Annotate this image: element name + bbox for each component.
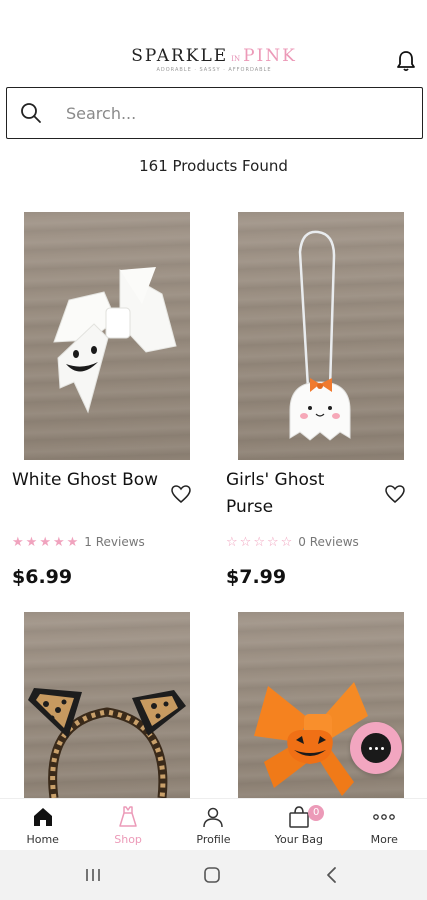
- star-full-icon: ★: [52, 534, 65, 550]
- system-nav-bar: [0, 850, 427, 900]
- product-price: $7.99: [226, 566, 287, 588]
- wishlist-heart-icon[interactable]: [384, 484, 406, 504]
- product-title[interactable]: White Ghost Bow: [12, 467, 162, 494]
- star-empty-icon: ☆: [266, 534, 279, 550]
- logo-in-text: IN: [231, 55, 241, 63]
- bottom-tab-bar: Home Shop Profile 0 Your Bag More: [0, 798, 427, 850]
- more-dots-icon: [373, 814, 396, 820]
- ghost-purse-image: [289, 230, 351, 441]
- logo-tagline: ADORABLE · SASSY · AFFORDABLE: [156, 67, 272, 73]
- review-count[interactable]: 0 Reviews: [298, 535, 359, 549]
- brand-logo[interactable]: SPARKLE IN PINK ADORABLE · SASSY · AFFOR…: [131, 46, 297, 73]
- product-image[interactable]: [24, 212, 190, 460]
- star-empty-icon: ☆: [280, 534, 293, 550]
- bag-icon: [289, 806, 309, 828]
- leopard-ears-image: [28, 688, 186, 798]
- product-image[interactable]: [238, 212, 404, 460]
- search-input[interactable]: [66, 103, 386, 123]
- logo-pink-text: PINK: [243, 46, 297, 66]
- tab-your-bag[interactable]: 0 Your Bag: [256, 799, 341, 851]
- star-full-icon: ★: [25, 534, 38, 550]
- tab-label: More: [370, 833, 398, 846]
- star-empty-icon: ☆: [253, 534, 265, 550]
- tab-shop[interactable]: Shop: [85, 799, 170, 851]
- bag-count-badge: 0: [308, 805, 325, 821]
- tab-home[interactable]: Home: [0, 799, 85, 851]
- home-icon: [33, 808, 52, 826]
- tab-more[interactable]: More: [342, 799, 427, 851]
- ghost-bow-image: [53, 267, 177, 414]
- logo-sparkle-text: SPARKLE: [131, 46, 229, 66]
- tab-profile[interactable]: Profile: [171, 799, 256, 851]
- tab-label: Home: [26, 833, 59, 846]
- logo-wordmark: SPARKLE IN PINK: [131, 46, 297, 66]
- tab-label: Profile: [196, 833, 231, 846]
- tab-label: Your Bag: [274, 833, 323, 846]
- tab-label: Shop: [114, 833, 142, 846]
- rating-stars: ☆ ☆ ☆ ☆ ☆ 0 Reviews: [226, 535, 359, 549]
- chat-fab-button[interactable]: [350, 722, 402, 774]
- recent-apps-icon[interactable]: [83, 865, 103, 885]
- app-header: SPARKLE IN PINK ADORABLE · SASSY · AFFOR…: [0, 38, 427, 82]
- product-price: $6.99: [12, 566, 73, 588]
- star-empty-icon: ☆: [239, 534, 252, 550]
- chat-bubble-icon: [361, 733, 391, 763]
- wishlist-heart-icon[interactable]: [170, 484, 192, 504]
- search-bar[interactable]: [6, 87, 423, 139]
- review-count[interactable]: 1 Reviews: [84, 535, 145, 549]
- product-image[interactable]: [24, 612, 190, 798]
- person-icon: [203, 807, 224, 828]
- star-full-icon: ★: [12, 534, 24, 550]
- star-empty-icon: ☆: [226, 534, 238, 550]
- product-title[interactable]: Girls' Ghost Purse: [226, 467, 376, 521]
- back-icon[interactable]: [322, 865, 342, 885]
- star-full-icon: ★: [66, 534, 79, 550]
- dress-icon: [119, 806, 137, 827]
- search-icon: [21, 103, 41, 123]
- star-full-icon: ★: [39, 534, 51, 550]
- rating-stars: ★ ★ ★ ★ ★ 1 Reviews: [12, 535, 145, 549]
- bell-icon[interactable]: [396, 50, 416, 72]
- results-count: 161 Products Found: [139, 157, 288, 175]
- home-button-icon[interactable]: [202, 865, 222, 885]
